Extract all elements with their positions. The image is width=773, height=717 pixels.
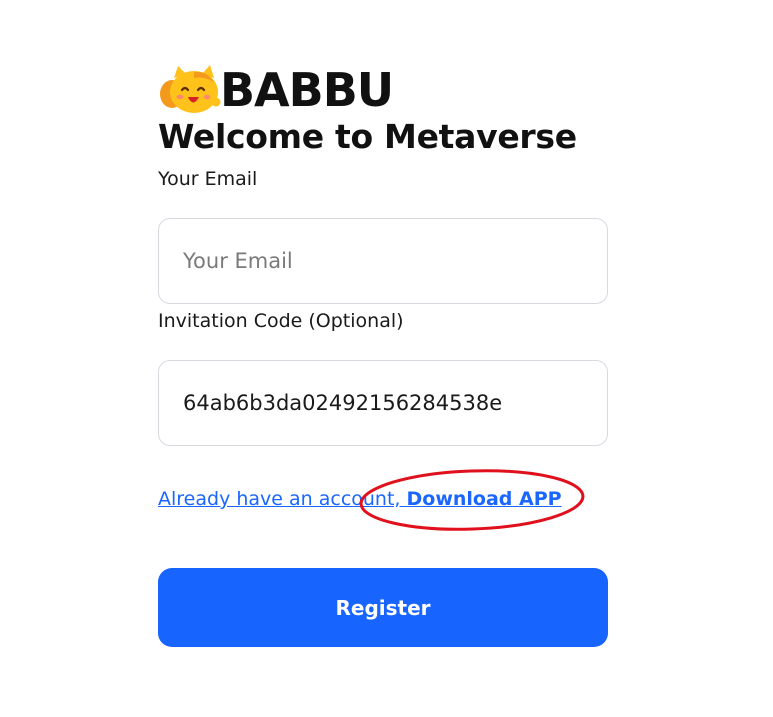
brand-name: BABBU: [220, 63, 394, 117]
email-field[interactable]: [159, 219, 607, 303]
cat-mascot-icon: [160, 65, 221, 113]
login-link-action: Download APP: [406, 488, 562, 510]
email-label: Your Email: [158, 168, 258, 190]
register-button[interactable]: Register: [158, 568, 608, 647]
download-app-link[interactable]: Already have an account, Download APP: [158, 488, 562, 510]
invitation-code-label: Invitation Code (Optional): [158, 310, 404, 332]
register-form: BABBU Welcome to Metaverse Your Email In…: [158, 64, 608, 647]
login-link-prefix: Already have an account,: [158, 488, 407, 510]
invitation-code-field[interactable]: [159, 361, 607, 445]
page-title: Welcome to Metaverse: [158, 117, 577, 156]
invitation-code-container: [158, 360, 608, 446]
brand-logo: BABBU: [158, 64, 608, 116]
email-field-container: [158, 218, 608, 304]
registration-page: BABBU Welcome to Metaverse Your Email In…: [0, 0, 773, 717]
login-row: Already have an account, Download APP: [158, 469, 608, 531]
